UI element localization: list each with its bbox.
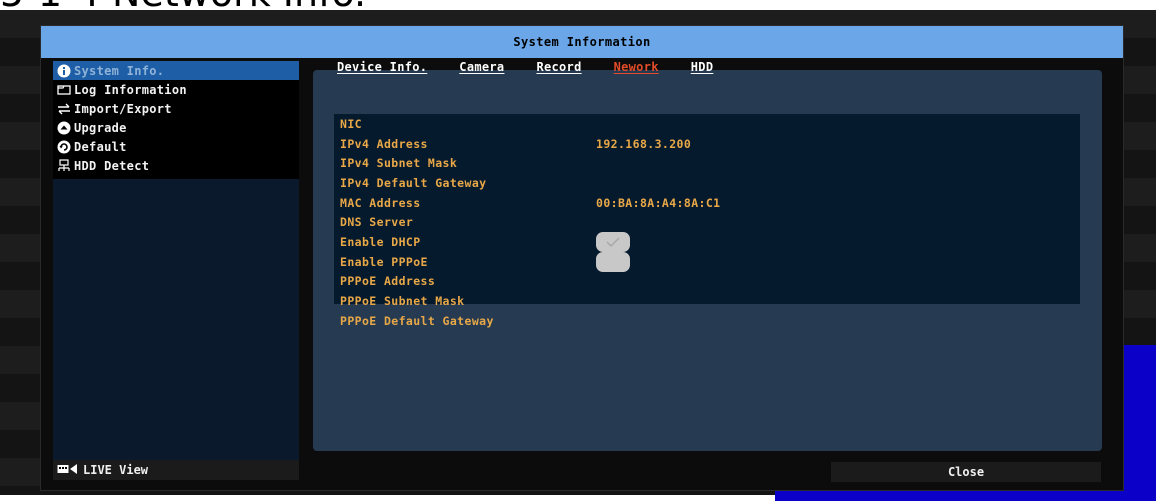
table-row: Enable PPPoE	[334, 251, 1080, 272]
page: 5-1-4 Network Info. System Information S…	[0, 0, 1156, 501]
field-label: Enable PPPoE	[340, 254, 428, 269]
close-button[interactable]: Close	[831, 462, 1101, 482]
sidebar-item-label: Log Information	[74, 82, 187, 97]
enable-pppoe-checkbox[interactable]	[596, 251, 630, 272]
content-panel: NIC IPv4 Address 192.168.3.200 IPv4 Subn…	[313, 70, 1102, 451]
sidebar: System Info. Log Information Import/Expo…	[53, 61, 299, 471]
field-label: MAC Address	[340, 195, 421, 210]
upgrade-icon	[57, 121, 71, 135]
live-view-label: LIVE View	[83, 463, 149, 477]
table-row: PPPoE Subnet Mask	[334, 291, 1080, 311]
sidebar-item-default[interactable]: Default	[53, 137, 299, 156]
field-label: PPPoE Default Gateway	[340, 313, 494, 328]
tab-network[interactable]: Nework	[614, 60, 659, 76]
network-info-table: NIC IPv4 Address 192.168.3.200 IPv4 Subn…	[334, 114, 1080, 328]
table-row: Enable DHCP	[334, 231, 1080, 252]
live-view-icon	[57, 463, 79, 478]
field-label: DNS Server	[340, 215, 414, 230]
field-label: PPPoE Address	[340, 274, 436, 289]
tab-camera[interactable]: Camera	[459, 60, 504, 76]
sidebar-item-label: Upgrade	[74, 120, 127, 135]
table-row: IPv4 Subnet Mask	[334, 153, 1080, 173]
sidebar-item-label: Default	[74, 139, 127, 154]
tab-device-info[interactable]: Device Info.	[337, 60, 427, 76]
table-row: PPPoE Default Gateway	[334, 311, 1080, 331]
table-row: IPv4 Default Gateway	[334, 173, 1080, 193]
sidebar-item-label: HDD Detect	[74, 158, 150, 173]
sidebar-item-upgrade[interactable]: Upgrade	[53, 118, 299, 137]
sidebar-item-hdd-detect[interactable]: HDD Detect	[53, 156, 299, 175]
mac-address-value: 00:BA:8A:A4:8A:C1	[596, 195, 721, 210]
window-titlebar: System Information	[41, 26, 1123, 58]
sidebar-item-log-information[interactable]: Log Information	[53, 80, 299, 99]
field-label: PPPoE Subnet Mask	[340, 294, 465, 309]
tab-record[interactable]: Record	[536, 60, 581, 76]
table-row: MAC Address 00:BA:8A:A4:8A:C1	[334, 193, 1080, 213]
live-view-button[interactable]: LIVE View	[53, 460, 299, 480]
field-label: IPv4 Default Gateway	[340, 175, 487, 190]
hdd-detect-icon	[57, 158, 71, 173]
nic-header-row: NIC	[334, 114, 1080, 134]
sidebar-item-label: System Info.	[74, 63, 165, 78]
table-row: DNS Server	[334, 212, 1080, 232]
window-title: System Information	[513, 35, 651, 49]
field-label: IPv4 Address	[340, 136, 428, 151]
enable-dhcp-checkbox[interactable]	[596, 231, 630, 252]
field-label: IPv4 Subnet Mask	[340, 156, 458, 171]
sidebar-item-system-info[interactable]: System Info.	[53, 61, 299, 80]
nic-label: NIC	[340, 116, 362, 131]
sidebar-menu: System Info. Log Information Import/Expo…	[53, 61, 299, 179]
default-icon	[57, 140, 71, 154]
sidebar-item-label: Import/Export	[74, 101, 172, 116]
info-icon	[57, 64, 71, 78]
field-label: Enable DHCP	[340, 234, 421, 249]
tab-bar: Device Info. Camera Record Nework HDD	[337, 60, 713, 76]
log-icon	[57, 83, 71, 97]
sidebar-item-import-export[interactable]: Import/Export	[53, 99, 299, 118]
import-export-icon	[57, 102, 71, 116]
table-row: PPPoE Address	[334, 272, 1080, 292]
check-icon	[606, 237, 620, 247]
tab-hdd[interactable]: HDD	[691, 60, 714, 76]
system-information-window: System Information System Info. Log Info…	[40, 25, 1124, 491]
table-row: IPv4 Address 192.168.3.200	[334, 134, 1080, 154]
ipv4-address-value: 192.168.3.200	[596, 136, 692, 151]
